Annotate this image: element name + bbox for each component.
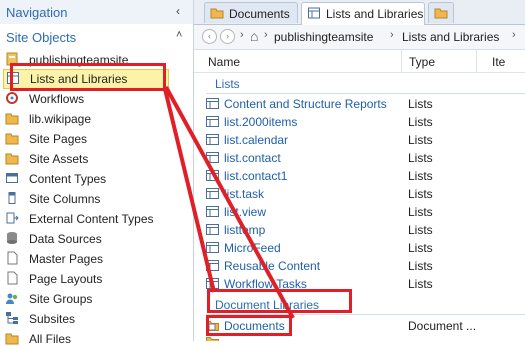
annotation-box-documents [206, 315, 292, 336]
annotation-box-lists-and-libraries [10, 63, 166, 91]
annotation-arrow-line [163, 88, 216, 293]
annotation-arrow-line [164, 86, 295, 319]
annotation-box-document-libraries [207, 289, 352, 313]
